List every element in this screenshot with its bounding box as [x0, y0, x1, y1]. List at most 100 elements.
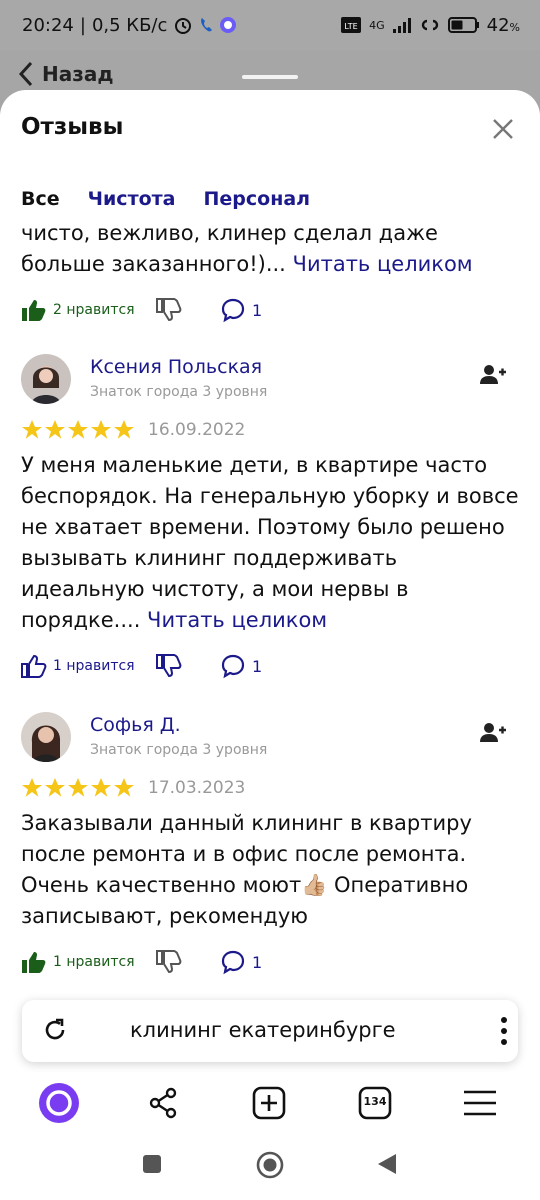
add-user-icon [480, 365, 506, 384]
dislike-button[interactable] [156, 298, 220, 322]
comment-icon [221, 950, 245, 975]
add-user-icon [480, 723, 506, 742]
volte-icon: LTE [340, 16, 362, 34]
read-more-link[interactable]: Читать целиком [147, 608, 327, 632]
author-level: Знаток города 3 уровня [90, 384, 268, 400]
subscribe-button[interactable] [480, 364, 506, 386]
back-button[interactable]: Назад [18, 61, 114, 87]
stars-icon [22, 778, 134, 797]
alice-button[interactable] [38, 1082, 80, 1128]
review-rating: 17.03.2023 [0, 772, 540, 804]
back-bar: Назад [0, 50, 540, 95]
sheet-drag-handle[interactable] [242, 75, 298, 79]
tabs-button[interactable]: 134 [358, 1086, 392, 1124]
status-time: 20:24 [22, 14, 74, 36]
author-name[interactable]: Ксения Польская [90, 356, 262, 378]
review-date: 16.09.2022 [148, 420, 246, 440]
thumbs-up-icon [22, 300, 46, 321]
like-button[interactable]: 1 нравится [21, 950, 156, 974]
tabs-count: 134 [363, 1095, 387, 1108]
thumbs-down-icon [156, 950, 182, 974]
sheet-title: Отзывы [21, 114, 124, 140]
review-text: У меня маленькие дети, в квартире часто … [21, 453, 519, 632]
link-icon [419, 17, 441, 33]
browser-bottom-nav: 134 [0, 1072, 540, 1132]
comment-icon [221, 298, 245, 323]
home-circle-icon [256, 1151, 284, 1179]
network-type: 4G [369, 18, 385, 32]
hamburger-icon [464, 1090, 496, 1116]
author-name[interactable]: Софья Д. [90, 714, 181, 736]
subscribe-button[interactable] [480, 722, 506, 744]
svg-text:LTE: LTE [344, 22, 357, 31]
thumbs-up-icon [21, 654, 47, 678]
thumbs-down-icon [156, 298, 182, 322]
square-icon [143, 1155, 161, 1173]
battery-level: 42% [486, 14, 520, 36]
more-vertical-icon [501, 1017, 507, 1045]
dislike-button[interactable] [156, 950, 220, 974]
like-button[interactable]: 2 нравится [21, 298, 156, 322]
search-query[interactable]: клининг екатеринбурге [130, 1018, 396, 1042]
share-button[interactable] [147, 1087, 179, 1123]
tab-staff[interactable]: Персонал [203, 188, 310, 210]
author-level: Знаток города 3 уровня [90, 742, 268, 758]
review-author: Ксения Польская Знаток города 3 уровня [0, 348, 540, 414]
review-rating: 16.09.2022 [0, 414, 540, 446]
thumbs-up-emoji: 👍🏼 [301, 873, 328, 897]
reload-icon [45, 1018, 65, 1040]
close-icon [493, 119, 513, 139]
signal-icon [392, 16, 412, 34]
review-actions: 1 нравится 1 [0, 942, 540, 982]
back-nav-button[interactable] [376, 1152, 398, 1180]
alice-icon [39, 1083, 79, 1123]
new-tab-button[interactable] [252, 1086, 286, 1124]
review-actions: 1 нравится 1 [0, 646, 540, 686]
reload-button[interactable] [42, 1017, 68, 1047]
chevron-left-icon [18, 61, 33, 87]
star-rating [21, 777, 136, 799]
system-nav-bar [0, 1132, 540, 1200]
recents-button[interactable] [142, 1154, 162, 1178]
menu-button[interactable] [463, 1089, 497, 1121]
share-icon [149, 1087, 177, 1119]
thumbs-down-icon [156, 654, 182, 678]
browser-icon [219, 16, 237, 34]
comments-button[interactable]: 1 [220, 653, 262, 679]
review-tabs: Все Чистота Персонал [21, 188, 310, 210]
comment-icon [221, 654, 245, 679]
like-button[interactable]: 1 нравится [21, 654, 156, 678]
review-date: 17.03.2023 [148, 778, 246, 798]
thumbs-up-icon [22, 952, 46, 973]
alarm-icon [173, 15, 193, 35]
close-button[interactable] [488, 114, 518, 144]
tab-cleanliness[interactable]: Чистота [88, 188, 176, 210]
review-item: Софья Д. Знаток города 3 уровня 17.03.20… [0, 706, 540, 982]
search-bar[interactable]: клининг екатеринбурге [22, 1000, 518, 1062]
review-text: Заказывали данный клининг в квартиру пос… [21, 811, 472, 928]
back-triangle-icon [378, 1154, 396, 1174]
dislike-button[interactable] [156, 654, 220, 678]
status-speed: 0,5 КБ/с [91, 14, 168, 36]
review-author: Софья Д. Знаток города 3 уровня [0, 706, 540, 772]
stars-icon [22, 420, 134, 439]
review-text: чисто, вежливо, клинер сделал даже больш… [21, 228, 473, 276]
star-rating [21, 419, 136, 441]
tab-all[interactable]: Все [21, 188, 60, 210]
review-item: Ксения Польская Знаток города 3 уровня 1… [0, 348, 540, 686]
comments-button[interactable]: 1 [220, 949, 262, 975]
more-button[interactable] [500, 1016, 508, 1050]
battery-icon [447, 16, 480, 34]
call-icon [199, 17, 213, 33]
status-bar: 20:24 | 0,5 КБ/с LTE 4G 42% [0, 0, 540, 50]
read-more-link[interactable]: Читать целиком [293, 252, 473, 276]
home-button[interactable] [256, 1151, 284, 1183]
plus-square-icon [252, 1086, 286, 1120]
comments-button[interactable]: 1 [220, 297, 262, 323]
review-item: чисто, вежливо, клинер сделал даже больш… [0, 228, 540, 330]
avatar[interactable] [21, 712, 71, 762]
avatar[interactable] [21, 354, 71, 404]
back-label: Назад [42, 62, 114, 86]
review-actions: 2 нравится 1 [0, 290, 540, 330]
reviews-list[interactable]: чисто, вежливо, клинер сделал даже больш… [0, 228, 540, 988]
